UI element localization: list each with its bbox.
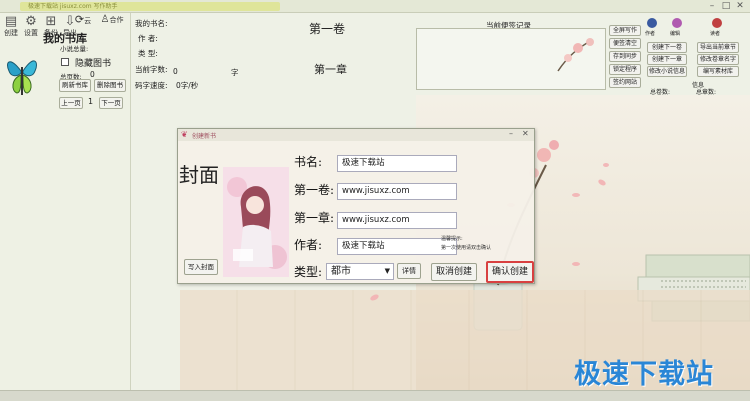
reader-avatar[interactable] (712, 18, 722, 28)
status-bar (0, 390, 750, 401)
first-volume-label: 第一卷: (294, 183, 335, 197)
prev-page-button[interactable]: 上一页 (59, 97, 83, 109)
pages-value: 0 (90, 70, 95, 79)
window-title: 极速下载站 jisuxz.com 写作助手 (20, 2, 280, 11)
current-words-value: 0 (173, 67, 178, 76)
save-sync-button[interactable]: 存到同步 (609, 51, 641, 62)
sign-site-button[interactable]: 签约网站 (609, 77, 641, 88)
speed-value: 0字/秒 (176, 81, 199, 90)
dialog-title-bar: ❦ 创建新书 – ✕ (178, 129, 534, 141)
rename-chapter-button[interactable]: 修改卷章名字 (697, 54, 739, 65)
book-name-label: 我的书名: (135, 19, 168, 28)
book-name-input[interactable]: 极速下载站 (337, 155, 457, 172)
book-name-label: 书名: (294, 155, 323, 169)
total-volumes-label: 总卷数: (650, 89, 671, 96)
total-chapters-label: 总章数: (696, 89, 717, 96)
type-label: 类型: (294, 265, 323, 279)
create-next-volume-button[interactable]: 创建下一卷 (647, 42, 687, 53)
detail-button[interactable]: 详情 (397, 263, 421, 279)
app-icon: ❦ (181, 130, 188, 139)
gear-icon: ⚙ (25, 14, 37, 29)
toolbar-create-button[interactable]: ▤ 创建 (2, 14, 20, 38)
speed-label: 码字速度: (135, 81, 168, 90)
type-select[interactable]: 都市 ▼ (326, 263, 394, 280)
tip-line-2: 第一次使用请双击确认 (441, 245, 492, 251)
cancel-create-button[interactable]: 取消创建 (431, 263, 477, 281)
maximize-icon[interactable]: □ (720, 1, 732, 12)
current-words-label: 当前字数: (135, 65, 168, 74)
tip-line-1: 温馨提示: (441, 236, 463, 242)
current-chapter: 第一章 (314, 63, 347, 76)
dialog-title: 创建新书 (192, 133, 217, 140)
author-label: 作 者: (138, 34, 158, 43)
lock-program-button[interactable]: 锁定程序 (609, 64, 641, 75)
first-volume-input[interactable]: www.jisuxz.com (337, 183, 457, 200)
export-chapter-button[interactable]: 导出当前章节 (697, 42, 739, 53)
author-label: 作者: (294, 238, 323, 252)
page-number: 1 (88, 97, 94, 106)
first-chapter-label: 第一章: (294, 211, 335, 225)
toolbar-settings-button[interactable]: ⚙ 设置 (22, 14, 40, 38)
cloud-icon: ⟳ (74, 13, 85, 26)
novel-count-label: 小说总量: (60, 45, 89, 53)
char-unit: 字 (231, 68, 239, 77)
butterfly-logo (7, 60, 37, 95)
write-cover-button[interactable]: 写入封面 (184, 259, 218, 275)
cover-label: 封面 (179, 163, 219, 187)
left-panel: ▤ 创建 ⚙ 设置 ⊞ 备份 ⇩ 导出 ⟳云 ♙合作 我的书库 小说总量: 隐藏… (0, 13, 131, 390)
type-label: 类 型: (138, 49, 158, 58)
author-avatar[interactable] (647, 18, 657, 28)
chevron-down-icon: ▼ (384, 267, 390, 275)
delete-book-button[interactable]: 删除图书 (94, 79, 126, 92)
create-book-dialog: ❦ 创建新书 – ✕ 封面 写入封面 书名: 极速下载站 第一卷: www.ji… (177, 128, 535, 284)
watermark-logo: 极速下载站 (574, 359, 714, 390)
edit-novel-info-button[interactable]: 修改小说信息 (647, 66, 687, 77)
refresh-library-button[interactable]: 刷新书库 (59, 79, 91, 92)
title-bar: 极速下载站 jisuxz.com 写作助手 – □ ✕ (0, 0, 750, 13)
clear-notes-button[interactable]: 便签清空 (609, 38, 641, 49)
reader-avatar-label: 读者 (710, 31, 721, 37)
type-select-value: 都市 (331, 266, 351, 277)
toolbar-cooperate-button[interactable]: ♙合作 (97, 15, 127, 25)
backup-icon: ⊞ (45, 14, 57, 29)
new-book-icon: ▤ (4, 14, 18, 29)
dialog-close-icon[interactable]: ✕ (522, 129, 529, 138)
author-input[interactable]: 极速下载站 (337, 238, 457, 255)
hide-books-checkbox[interactable] (61, 58, 69, 66)
cover-image[interactable] (223, 167, 289, 277)
editor-avatar[interactable] (672, 18, 682, 28)
first-chapter-input[interactable]: www.jisuxz.com (337, 212, 457, 229)
hide-books-label: 隐藏图书 (75, 59, 112, 69)
author-avatar-label: 作者 (645, 31, 656, 37)
toolbar-cloud-button[interactable]: ⟳云 (72, 13, 94, 26)
next-page-button[interactable]: 下一页 (99, 97, 123, 109)
minimize-icon[interactable]: – (706, 1, 718, 12)
editor-avatar-label: 编辑 (670, 31, 681, 37)
confirm-create-button[interactable]: 确认创建 (486, 261, 534, 283)
create-next-chapter-button[interactable]: 创建下一章 (647, 54, 687, 65)
blossom-decoration (557, 38, 594, 72)
dialog-minimize-icon[interactable]: – (509, 129, 513, 138)
fullscreen-write-button[interactable]: 全屏写作 (609, 25, 641, 36)
close-icon[interactable]: ✕ (734, 1, 746, 12)
current-volume: 第一卷 (309, 22, 346, 36)
petal-decoration (572, 262, 580, 266)
material-library-button[interactable]: 编写素材库 (697, 66, 739, 77)
